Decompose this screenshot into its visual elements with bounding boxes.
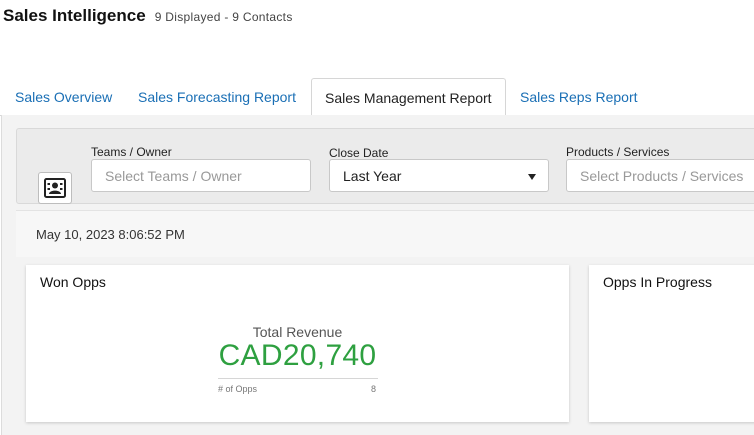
opps-count-label: # of Opps [218,384,258,394]
opps-in-progress-title: Opps In Progress [603,274,712,290]
teams-owner-input[interactable]: Select Teams / Owner [91,159,311,192]
caret-down-icon [528,174,536,180]
products-services-input[interactable]: Select Products / Services [566,159,754,192]
kpi-divider [218,378,378,379]
tab-sales-overview[interactable]: Sales Overview [15,78,112,115]
teams-owner-label: Teams / Owner [91,145,172,159]
app-title: Sales Intelligence [3,6,146,25]
won-opps-card: Won Opps Total Revenue CAD20,740 # of Op… [26,265,569,422]
contacts-count: 9 Displayed - 9 Contacts [154,10,293,24]
total-revenue-value: CAD20,740 [218,339,377,372]
contact-card-icon [44,178,66,198]
close-date-label: Close Date [329,146,389,160]
report-panel: Teams / Owner Select Teams / Owner Close… [1,115,754,435]
opps-in-progress-card: Opps In Progress [589,265,754,422]
page-header: Sales Intelligence 9 Displayed - 9 Conta… [3,6,293,26]
opps-count-value: 8 [371,384,377,394]
tab-sales-forecasting-report[interactable]: Sales Forecasting Report [138,78,296,115]
close-date-value: Last Year [343,168,402,184]
total-revenue-label: Total Revenue [252,324,343,340]
contact-filter-button[interactable] [38,172,72,204]
report-tabs: Sales Overview Sales Forecasting Report … [0,78,754,117]
won-opps-title: Won Opps [40,274,106,290]
tab-sales-reps-report[interactable]: Sales Reps Report [520,78,638,115]
close-date-select[interactable]: Last Year [329,159,549,192]
report-timestamp: May 10, 2023 8:06:52 PM [36,227,185,242]
tab-sales-management-report[interactable]: Sales Management Report [311,78,506,117]
products-services-label: Products / Services [566,145,670,159]
timestamp-bar: May 10, 2023 8:06:52 PM [16,210,754,257]
filter-bar: Teams / Owner Select Teams / Owner Close… [16,128,754,204]
